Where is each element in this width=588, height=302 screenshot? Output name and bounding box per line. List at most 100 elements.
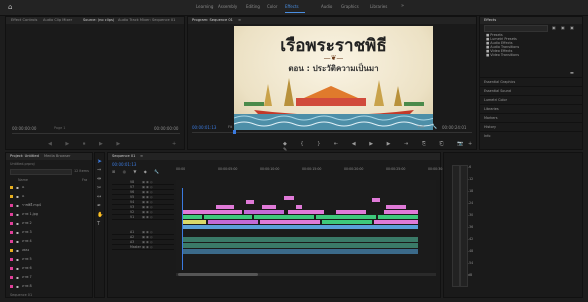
track-select-tool-icon[interactable]: ⇒ — [97, 166, 101, 175]
selection-tool-icon[interactable]: ➤ — [97, 157, 102, 166]
tab-effects[interactable]: Effects — [484, 18, 496, 22]
track-header[interactable]: V1 ▣ ◉ ◎ — [112, 215, 174, 220]
tab-project[interactable]: Project: Untitled — [10, 154, 39, 158]
workspace-libraries[interactable]: Libraries — [370, 4, 387, 9]
audio-clip[interactable] — [182, 243, 418, 248]
project-item[interactable]: ▪ ภาพ 1.jpg — [10, 211, 90, 219]
clip[interactable] — [182, 210, 242, 214]
track-toggle-icons[interactable]: ▣ ◉ ◎ — [142, 195, 153, 199]
audio-clip[interactable] — [182, 249, 418, 254]
track-toggle-icons[interactable]: ▣ ◉ ◎ — [142, 240, 153, 244]
section-lumetri-color[interactable]: Lumetri Color — [480, 95, 582, 104]
clip[interactable] — [246, 200, 254, 204]
home-icon[interactable]: ⌂ — [8, 3, 16, 11]
workspace-color[interactable]: Color — [267, 4, 277, 9]
project-search-input[interactable] — [10, 169, 72, 175]
clip[interactable] — [262, 205, 276, 209]
track-toggle-icons[interactable]: ▣ ◉ ◎ — [142, 200, 153, 204]
track-toggle-icons[interactable]: ▣ ◉ ◎ — [142, 235, 153, 239]
program-add-icon[interactable]: + — [468, 141, 472, 147]
slip-tool-icon[interactable]: ↔ — [97, 193, 101, 202]
clip[interactable] — [296, 205, 302, 209]
tab-effect-controls[interactable]: Effect Controls — [11, 18, 37, 22]
project-rate-header[interactable]: Fra — [82, 178, 87, 182]
new-bin-icon[interactable]: ▬ — [570, 70, 574, 75]
clip-area[interactable] — [176, 180, 436, 270]
clip[interactable] — [244, 210, 284, 214]
clip[interactable] — [384, 210, 418, 214]
clip[interactable] — [284, 196, 294, 200]
type-tool-icon[interactable]: T — [97, 220, 100, 229]
tab-source[interactable]: Source: (no clips) — [83, 18, 114, 22]
section-markers[interactable]: Markers — [480, 113, 582, 122]
clip[interactable] — [336, 210, 366, 214]
project-item[interactable]: ▪ ภาพ 7 — [10, 274, 90, 282]
ripple-edit-tool-icon[interactable]: ⇹ — [97, 175, 101, 184]
hand-tool-icon[interactable]: ✋ — [97, 211, 103, 220]
section-essential-sound[interactable]: Essential Sound — [480, 86, 582, 95]
timeline-tool-icons[interactable]: ⊞ ◎ ▼ ◆ 🔧 — [112, 169, 162, 174]
workspace-graphics[interactable]: Graphics — [341, 4, 359, 9]
tab-media-browser[interactable]: Media Browser — [44, 154, 71, 158]
track-toggle-icons[interactable]: ▣ ◉ ◎ — [142, 245, 153, 249]
track-header[interactable]: Master ▣ ◉ ◎ — [112, 245, 174, 250]
track-toggle-icons[interactable]: ▣ ◉ ◎ — [142, 180, 153, 184]
tab-sequence[interactable]: Sequence 01 — [112, 154, 135, 158]
clip[interactable] — [288, 210, 324, 214]
clip[interactable] — [216, 205, 234, 209]
project-item[interactable]: ▪ ฉ — [10, 193, 90, 201]
tab-audio-clip-mixer[interactable]: Audio Clip Mixer — [43, 18, 72, 22]
program-resolution-select[interactable]: Full — [418, 125, 424, 129]
source-scrubber[interactable] — [12, 133, 180, 134]
clip[interactable] — [204, 215, 252, 219]
section-info[interactable]: Info — [480, 131, 582, 140]
tab-audio-track-mixer[interactable]: Audio Track Mixer: Sequence 01 — [118, 18, 175, 22]
program-timecode[interactable]: 00:00:01:13 — [192, 125, 216, 130]
source-page-select[interactable]: Page 1 — [54, 126, 65, 130]
clip[interactable] — [378, 215, 418, 219]
timeline-zoom-handle[interactable] — [178, 273, 258, 276]
program-menu-icon[interactable]: ≡ — [238, 18, 241, 22]
clip[interactable] — [372, 198, 380, 202]
wrench-icon[interactable]: 🔧 — [431, 124, 437, 130]
project-item[interactable]: ▪ ภาพ 6 — [10, 265, 90, 273]
source-add-icon[interactable]: + — [172, 141, 176, 147]
source-transport-icons[interactable]: ◀ ▶ ⏹ ▶ ▶ — [48, 141, 126, 147]
project-item[interactable]: ▪ ภาพ 5 — [10, 256, 90, 264]
timeline-timecode[interactable]: 00:00:01:13 — [112, 162, 136, 167]
tab-program[interactable]: Program: Sequence 01 — [192, 18, 233, 22]
workspace-audio[interactable]: Audio — [321, 4, 332, 9]
clip[interactable] — [316, 215, 376, 219]
section-history[interactable]: History — [480, 122, 582, 131]
clip[interactable] — [208, 220, 258, 224]
clip[interactable] — [182, 225, 418, 229]
pen-tool-icon[interactable]: ✒ — [97, 202, 101, 211]
section-essential-graphics[interactable]: Essential Graphics — [480, 77, 582, 86]
clip[interactable] — [260, 220, 320, 224]
workspace-learning[interactable]: Learning — [196, 4, 213, 9]
workspace-assembly[interactable]: Assembly — [218, 4, 237, 9]
clip[interactable] — [182, 215, 202, 219]
project-name-header[interactable]: Name — [18, 178, 28, 182]
clip[interactable] — [374, 220, 418, 224]
program-fit-select[interactable]: Fit — [228, 125, 232, 129]
workspace-effects[interactable]: Effects — [285, 4, 299, 9]
program-playhead[interactable] — [233, 130, 236, 134]
track-toggle-icons[interactable]: ▣ ◉ ◎ — [142, 210, 153, 214]
clip[interactable] — [254, 215, 314, 219]
effects-search-input[interactable] — [484, 25, 548, 32]
razor-tool-icon[interactable]: ✂ — [97, 184, 101, 193]
effects-filter-icons[interactable]: ▣ ▣ ▣ — [552, 25, 576, 30]
timeline-playhead[interactable] — [182, 188, 183, 270]
track-toggle-icons[interactable]: ▣ ◉ ◎ — [142, 185, 153, 189]
more-workspaces-icon[interactable]: » — [401, 3, 404, 9]
project-item[interactable]: ▪ ภาพ 3 — [10, 229, 90, 237]
workspace-editing[interactable]: Editing — [246, 4, 260, 9]
clip[interactable] — [386, 205, 406, 209]
section-libraries[interactable]: Libraries — [480, 104, 582, 113]
project-item[interactable]: ▪ เพลง — [10, 247, 90, 255]
project-item[interactable]: ▪ ภาพ 8 — [10, 283, 90, 291]
clip[interactable] — [182, 220, 206, 224]
track-toggle-icons[interactable]: ▣ ◉ ◎ — [142, 205, 153, 209]
project-item[interactable]: ▪ ภาพ 2 — [10, 220, 90, 228]
